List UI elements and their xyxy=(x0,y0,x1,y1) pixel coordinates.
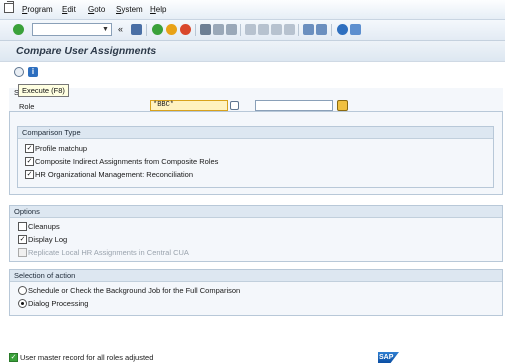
exit-icon[interactable] xyxy=(166,24,177,35)
info-icon[interactable]: i xyxy=(28,67,38,77)
options-frame: Options Cleanups ✓ Display Log Replicate… xyxy=(9,205,503,262)
multiple-selection-icon[interactable] xyxy=(230,101,239,110)
success-icon: ✓ xyxy=(9,353,18,362)
selection-block: Se Role *BBC* xyxy=(9,88,503,111)
display-log-checkbox[interactable]: ✓ xyxy=(18,235,27,244)
execute-tooltip: Execute (F8) xyxy=(18,84,69,97)
cleanups-checkbox[interactable] xyxy=(18,222,27,231)
execute-icon[interactable] xyxy=(14,67,24,77)
menu-edit[interactable]: Edit xyxy=(62,5,76,14)
schedule-background-radio[interactable] xyxy=(18,286,27,295)
title-bar: Compare User Assignments xyxy=(0,41,505,62)
selection-frame: Comparison Type ✓ Profile matchup ✓ Comp… xyxy=(9,111,503,195)
dialog-processing-label: Dialog Processing xyxy=(28,299,89,308)
display-log-label: Display Log xyxy=(28,235,68,244)
print-icon[interactable] xyxy=(200,24,211,35)
menu-goto[interactable]: Goto xyxy=(88,5,105,14)
multiple-selection-icon[interactable] xyxy=(337,100,348,111)
replicate-hr-checkbox xyxy=(18,248,27,257)
hr-reconciliation-checkbox[interactable]: ✓ xyxy=(25,170,34,179)
replicate-hr-label: Replicate Local HR Assignments in Centra… xyxy=(28,248,189,257)
dialog-processing-radio[interactable] xyxy=(18,299,27,308)
menu-program[interactable]: Program xyxy=(22,5,53,14)
application-toolbar: i xyxy=(0,62,505,82)
toolbar-separator xyxy=(195,24,196,36)
profile-matchup-label: Profile matchup xyxy=(35,144,88,153)
comparison-type-title: Comparison Type xyxy=(18,127,493,139)
previous-page-icon[interactable] xyxy=(258,24,269,35)
command-field[interactable]: ▼ xyxy=(32,23,112,36)
menu-system[interactable]: System xyxy=(116,5,143,14)
new-session-icon[interactable] xyxy=(303,24,314,35)
toolbar-separator xyxy=(331,24,332,36)
first-page-icon[interactable] xyxy=(245,24,256,35)
comparison-type-frame: Comparison Type ✓ Profile matchup ✓ Comp… xyxy=(17,126,494,188)
cleanups-label: Cleanups xyxy=(28,222,60,231)
hr-reconciliation-label: HR Organizational Management: Reconcilia… xyxy=(35,170,193,179)
composite-indirect-checkbox[interactable]: ✓ xyxy=(25,157,34,166)
enter-icon[interactable] xyxy=(13,24,24,35)
double-chevron-left-icon[interactable]: « xyxy=(118,24,123,34)
menu-help[interactable]: Help xyxy=(150,5,166,14)
layout-icon[interactable] xyxy=(350,24,361,35)
toolbar-separator xyxy=(240,24,241,36)
next-page-icon[interactable] xyxy=(271,24,282,35)
find-next-icon[interactable] xyxy=(226,24,237,35)
save-icon[interactable] xyxy=(131,24,142,35)
composite-indirect-label: Composite Indirect Assignments from Comp… xyxy=(35,157,219,166)
options-title: Options xyxy=(10,206,502,218)
selection-of-action-title: Selection of action xyxy=(10,270,502,282)
find-icon[interactable] xyxy=(213,24,224,35)
role-input[interactable]: *BBC* xyxy=(150,100,228,111)
status-bar: ✓ User master record for all roles adjus… xyxy=(0,350,505,364)
role-to-input[interactable] xyxy=(255,100,333,111)
last-page-icon[interactable] xyxy=(284,24,295,35)
role-label: Role xyxy=(19,102,35,111)
standard-toolbar: ▼ « xyxy=(0,20,505,41)
page-title: Compare User Assignments xyxy=(16,45,157,57)
back-icon[interactable] xyxy=(152,24,163,35)
cancel-icon[interactable] xyxy=(180,24,191,35)
toolbar-separator xyxy=(298,24,299,36)
help-icon[interactable] xyxy=(337,24,348,35)
selection-of-action-frame: Selection of action Schedule or Check th… xyxy=(9,269,503,316)
profile-matchup-checkbox[interactable]: ✓ xyxy=(25,144,34,153)
shortcut-icon[interactable] xyxy=(316,24,327,35)
chevron-down-icon[interactable]: ▼ xyxy=(101,25,110,34)
toolbar-separator xyxy=(146,24,147,36)
app-menu-icon[interactable] xyxy=(4,1,14,13)
menu-bar: Program Edit Goto System Help xyxy=(0,0,505,20)
schedule-background-label: Schedule or Check the Background Job for… xyxy=(28,286,241,295)
status-message[interactable]: User master record for all roles adjuste… xyxy=(20,353,153,362)
